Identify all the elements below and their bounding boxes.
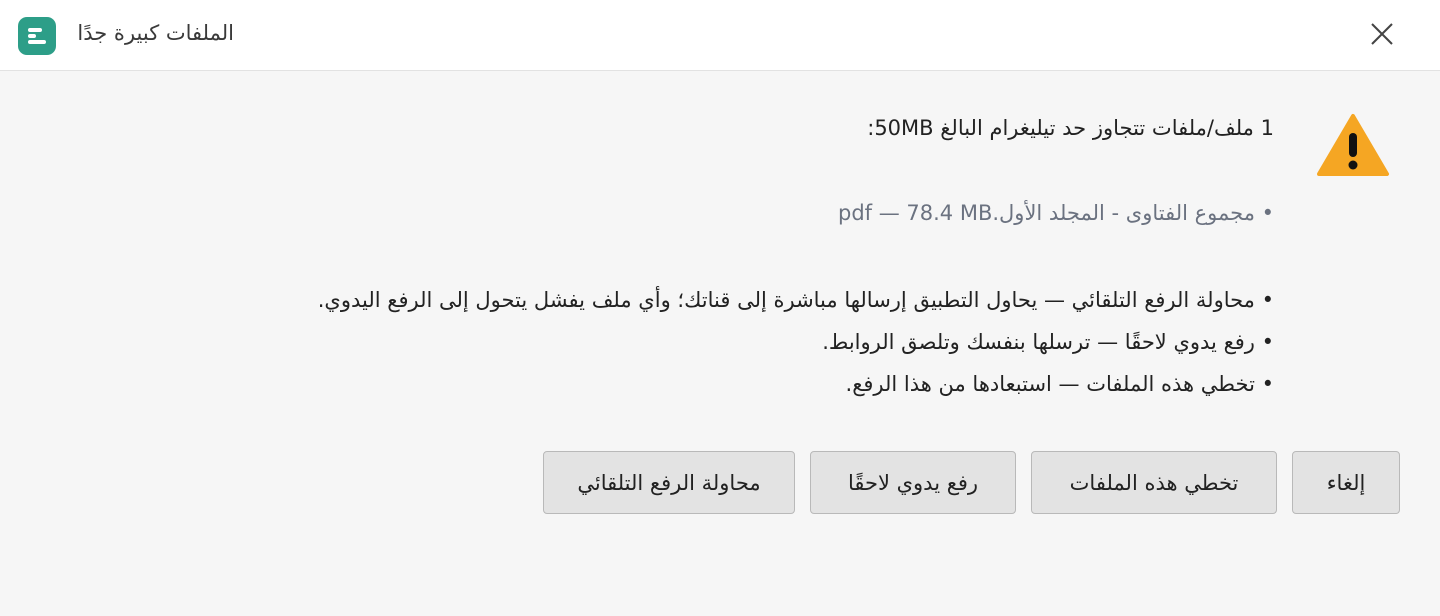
close-icon[interactable] (1368, 20, 1396, 48)
option-auto-upload: • محاولة الرفع التلقائي — يحاول التطبيق … (317, 288, 1274, 312)
manual-upload-button[interactable]: رفع يدوي لاحقًا (810, 451, 1016, 514)
warning-icon (1317, 114, 1389, 176)
message-heading: 1 ملف/ملفات تتجاوز حد تيليغرام البالغ 50… (867, 116, 1274, 140)
options-list: • محاولة الرفع التلقائي — يحاول التطبيق … (318, 285, 1274, 411)
option-skip-files: • تخطي هذه الملفات — استبعادها من هذا ال… (845, 372, 1274, 396)
app-logo-icon (18, 17, 56, 55)
button-row: إلغاء تخطي هذه الملفات رفع يدوي لاحقًا م… (543, 451, 1400, 514)
auto-upload-button[interactable]: محاولة الرفع التلقائي (543, 451, 795, 514)
option-manual-upload: • رفع يدوي لاحقًا — ترسلها بنفسك وتلصق ا… (822, 330, 1274, 354)
oversized-file-item: • مجموع الفتاوى - المجلد الأول.pdf — 78.… (838, 201, 1274, 225)
cancel-button[interactable]: إلغاء (1292, 451, 1400, 514)
title-bar: الملفات كبيرة جدًا (0, 0, 1440, 71)
window-title: الملفات كبيرة جدًا (77, 21, 234, 45)
skip-files-button[interactable]: تخطي هذه الملفات (1031, 451, 1277, 514)
